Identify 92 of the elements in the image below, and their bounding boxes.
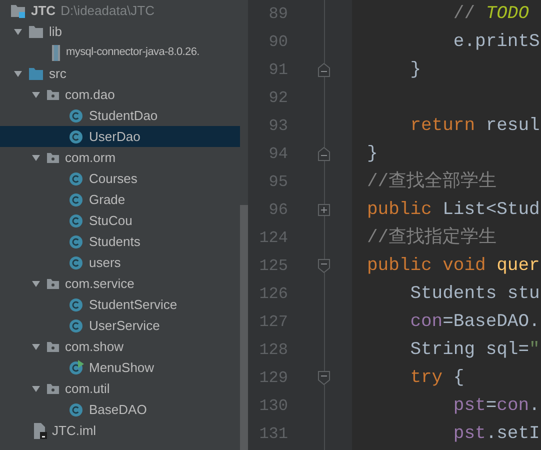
tree-row[interactable]: StudentService — [0, 294, 240, 315]
code-line: String sql=" — [409, 340, 540, 360]
tree-label: Students — [89, 232, 140, 251]
tree-row[interactable]: Students — [0, 231, 240, 252]
tree-label: com.show — [65, 338, 124, 356]
class-icon — [69, 129, 84, 144]
code-line: try { — [409, 368, 464, 388]
package-folder-icon — [46, 340, 60, 352]
class-icon — [69, 234, 84, 249]
class-icon — [69, 297, 84, 312]
code-line: //查找指定学生 — [367, 228, 497, 248]
jar-icon — [51, 44, 61, 60]
package-folder-icon — [46, 152, 60, 164]
tree-row[interactable]: StuCou — [0, 210, 240, 231]
code-line: // TODO — [452, 4, 530, 24]
fold-marker-icon[interactable] — [318, 147, 330, 161]
expanded-arrow-icon[interactable] — [31, 278, 41, 288]
tree-label: com.service — [65, 274, 134, 293]
tree-label: StudentDao — [89, 106, 158, 125]
code-line: con=BaseDAO. — [409, 312, 540, 332]
code-line: public List<Stud — [367, 200, 540, 220]
class-icon — [69, 192, 84, 207]
tree-row[interactable]: com.util — [0, 378, 240, 399]
class-icon — [69, 108, 84, 123]
code-line: public void quer — [367, 256, 540, 276]
code-line: pst=con. — [452, 396, 540, 416]
expand-marker-icon[interactable] — [318, 204, 330, 216]
code-line: Students stu — [409, 284, 540, 304]
code-line: e.printS — [452, 32, 540, 52]
tree-row[interactable]: mysql-connector-java-8.0.26. — [0, 42, 240, 63]
class-icon — [69, 402, 84, 417]
tree-row[interactable]: UserDao — [0, 126, 240, 147]
tree-label: JTC — [31, 2, 56, 20]
fold-marker-icon[interactable] — [318, 259, 330, 273]
tree-label: Courses — [89, 170, 138, 188]
tree-label: users — [89, 254, 121, 272]
package-folder-icon — [46, 382, 60, 394]
tree-row[interactable]: Courses — [0, 168, 240, 189]
tree-label: JTC.iml — [52, 422, 96, 440]
tree-label: lib — [49, 22, 62, 41]
expanded-arrow-icon[interactable] — [31, 152, 41, 162]
tree-row[interactable]: StudentDao — [0, 105, 240, 126]
expanded-arrow-icon[interactable] — [13, 26, 23, 36]
tree-label: Grade — [89, 190, 126, 209]
folder-icon — [28, 66, 44, 80]
package-folder-icon — [46, 88, 60, 100]
tree-row[interactable]: com.orm — [0, 147, 240, 168]
folder-icon — [28, 24, 44, 38]
tree-label: mysql-connector-java-8.0.26. — [66, 45, 200, 60]
tree-label: src — [49, 64, 66, 83]
tree-row[interactable]: JTC.iml — [0, 420, 240, 441]
class-icon — [69, 171, 84, 186]
code-line: } — [409, 60, 422, 80]
class-icon — [69, 318, 84, 333]
expanded-arrow-icon[interactable] — [31, 90, 41, 100]
code-line: return resul — [409, 116, 540, 136]
module-folder-icon — [10, 2, 26, 18]
tree-label: UserService — [89, 316, 160, 335]
tree-label: MenuShow — [89, 358, 154, 377]
expanded-arrow-icon[interactable] — [13, 68, 23, 78]
tree-row[interactable]: lib — [0, 21, 240, 42]
class-icon — [69, 213, 84, 228]
tree-row[interactable]: com.show — [0, 336, 240, 357]
code-line: pst.setI — [452, 424, 540, 444]
tree-row[interactable]: JTC D:\ideadata\JTC — [0, 0, 240, 21]
tree-row[interactable]: UserService — [0, 315, 240, 336]
expanded-arrow-icon[interactable] — [31, 384, 41, 394]
scrollbar-thumb[interactable] — [240, 205, 248, 450]
tree-label: BaseDAO — [89, 400, 147, 419]
file-icon — [33, 422, 47, 438]
runnable-class-icon — [69, 360, 84, 375]
tree-row[interactable]: MenuShow — [0, 357, 240, 378]
tree-row[interactable]: com.dao — [0, 84, 240, 105]
code-line: } — [367, 144, 378, 164]
tree-label: com.orm — [65, 148, 116, 167]
tree-label: com.dao — [65, 86, 115, 104]
tree-label: StuCou — [89, 212, 132, 230]
tree-label: StudentService — [89, 296, 178, 314]
tree-row[interactable]: Grade — [0, 189, 240, 210]
tree-row[interactable]: users — [0, 252, 240, 273]
code-line: //查找全部学生 — [367, 172, 497, 192]
fold-marker-icon[interactable] — [318, 63, 330, 77]
project-path: D:\ideadata\JTC — [60, 2, 154, 20]
tree-row[interactable]: src — [0, 63, 240, 84]
tree-label: UserDao — [89, 128, 140, 146]
package-folder-icon — [46, 278, 60, 290]
tree-row[interactable]: BaseDAO — [0, 399, 240, 420]
expanded-arrow-icon[interactable] — [31, 342, 41, 352]
class-icon — [69, 255, 84, 270]
tree-row[interactable]: com.service — [0, 273, 240, 294]
fold-marker-icon[interactable] — [318, 371, 330, 385]
tree-label: com.util — [65, 380, 110, 398]
